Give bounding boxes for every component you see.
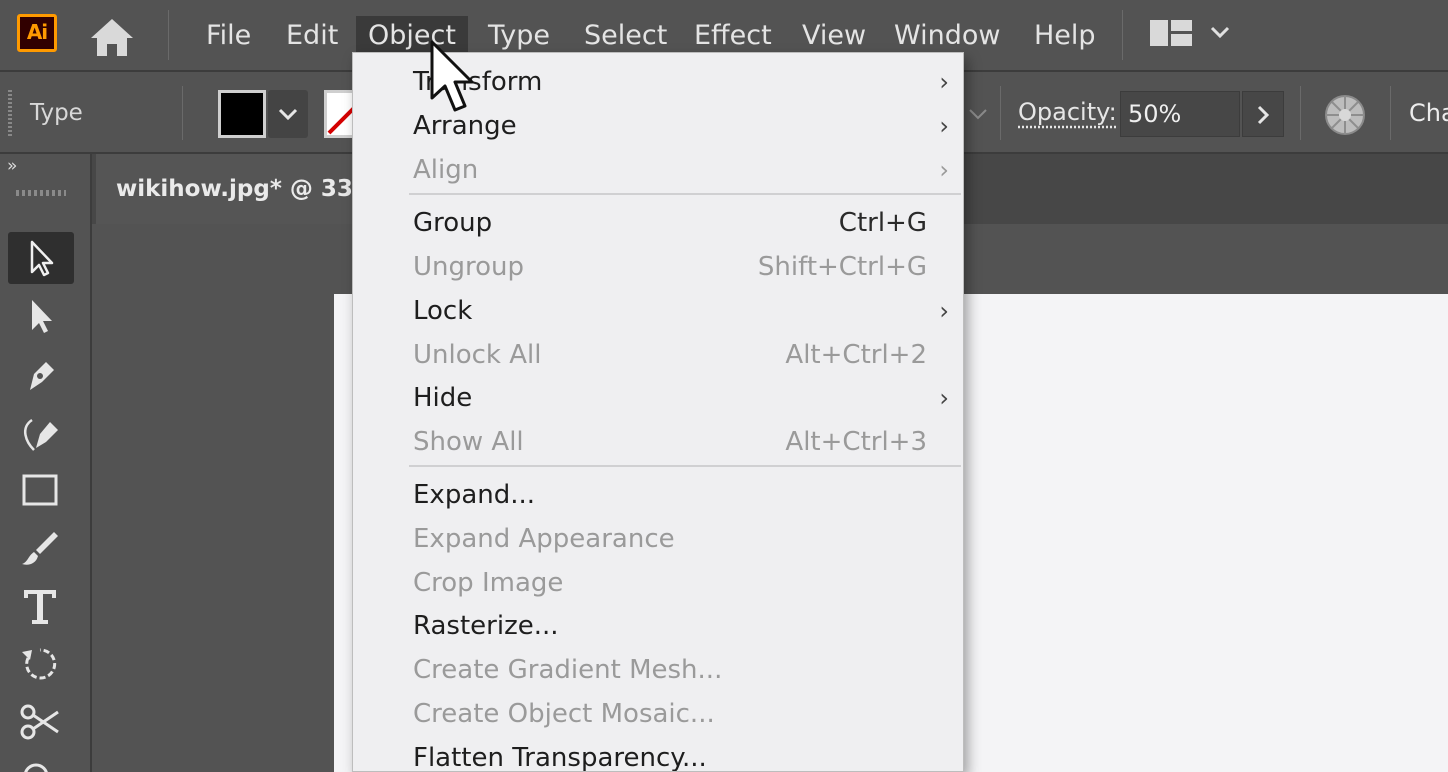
menu-item-create-gradient-mesh[interactable]: Create Gradient Mesh... xyxy=(353,648,963,692)
type-icon xyxy=(24,590,56,624)
rotate-tool[interactable] xyxy=(8,638,74,690)
workspace-layout-icon[interactable] xyxy=(1148,18,1194,48)
menu-item-label: Group xyxy=(413,208,493,238)
pen-icon xyxy=(30,362,54,390)
menu-item-lock[interactable]: Lock › xyxy=(353,289,963,333)
direct-selection-icon xyxy=(32,300,52,333)
menu-item-group[interactable]: Group Ctrl+G xyxy=(353,201,963,245)
selection-arrow-icon xyxy=(30,240,54,277)
rotate-icon xyxy=(22,648,57,680)
rectangle-tool[interactable] xyxy=(8,464,74,516)
menu-item-label: Create Gradient Mesh... xyxy=(413,655,723,685)
fill-color-swatch[interactable] xyxy=(218,90,266,138)
curvature-pen-icon xyxy=(24,418,58,451)
control-divider xyxy=(182,86,183,140)
opacity-input[interactable]: 50% xyxy=(1120,91,1240,137)
paintbrush-icon xyxy=(22,532,58,565)
paintbrush-tool[interactable] xyxy=(8,522,74,574)
chevron-down-icon[interactable] xyxy=(1208,22,1232,42)
mouse-pointer-icon xyxy=(430,40,474,112)
menu-item-label: Align xyxy=(413,155,479,185)
menu-item-label: Show All xyxy=(413,427,524,457)
menu-item-expand-appearance[interactable]: Expand Appearance xyxy=(353,517,963,561)
chevron-right-icon xyxy=(1257,105,1270,125)
recolor-artwork-icon[interactable] xyxy=(1324,94,1366,136)
menu-item-shortcut: Ctrl+G xyxy=(838,208,927,238)
chevron-right-icon: › xyxy=(939,384,949,412)
chevron-down-icon xyxy=(278,108,298,121)
menu-separator xyxy=(409,193,961,195)
selection-type-label: Type xyxy=(30,100,83,126)
menubar-divider xyxy=(168,10,169,60)
zoom-tool[interactable] xyxy=(8,754,74,772)
document-tab[interactable]: wikihow.jpg* @ 33. xyxy=(96,154,366,224)
menu-file[interactable]: File xyxy=(194,16,263,56)
panel-grip[interactable] xyxy=(8,90,12,138)
menu-edit[interactable]: Edit xyxy=(274,16,350,56)
menu-item-unlock-all[interactable]: Unlock All Alt+Ctrl+2 xyxy=(353,333,963,377)
object-menu-dropdown: Transform › Arrange › Align › Group Ctrl… xyxy=(352,52,964,772)
fill-dropdown[interactable] xyxy=(268,90,308,138)
rectangle-icon xyxy=(22,474,58,506)
menu-item-hide[interactable]: Hide › xyxy=(353,376,963,420)
menu-item-label: Lock xyxy=(413,296,473,326)
menu-item-ungroup[interactable]: Ungroup Shift+Ctrl+G xyxy=(353,245,963,289)
chevron-right-icon: › xyxy=(939,297,949,325)
tools-panel: » xyxy=(0,154,92,772)
menu-item-label: Create Object Mosaic... xyxy=(413,699,715,729)
panel-grip[interactable] xyxy=(16,190,66,196)
menu-item-flatten-transparency[interactable]: Flatten Transparency... xyxy=(353,736,963,772)
home-icon[interactable] xyxy=(88,16,136,58)
menu-item-create-object-mosaic[interactable]: Create Object Mosaic... xyxy=(353,692,963,736)
menu-effect[interactable]: Effect xyxy=(682,16,784,56)
menu-item-shortcut: Shift+Ctrl+G xyxy=(757,252,927,282)
menu-item-label: Flatten Transparency... xyxy=(413,743,707,772)
control-divider xyxy=(1300,86,1301,140)
chevron-right-icon: › xyxy=(939,156,949,184)
menubar-divider xyxy=(1122,10,1123,60)
selection-tool[interactable] xyxy=(8,232,74,284)
menu-item-show-all[interactable]: Show All Alt+Ctrl+3 xyxy=(353,420,963,464)
menu-window[interactable]: Window xyxy=(882,16,1012,56)
control-divider xyxy=(1390,86,1391,140)
character-panel-link[interactable]: Cha xyxy=(1409,99,1448,127)
opacity-label[interactable]: Opacity: xyxy=(1018,98,1117,126)
opacity-flyout-button[interactable] xyxy=(1242,91,1284,137)
menu-item-label: Rasterize... xyxy=(413,611,559,641)
chevron-right-icon: › xyxy=(939,112,949,140)
direct-selection-tool[interactable] xyxy=(8,290,74,342)
menu-item-label: Unlock All xyxy=(413,340,542,370)
menu-type[interactable]: Type xyxy=(476,16,562,56)
menu-item-label: Expand... xyxy=(413,480,536,510)
menu-help[interactable]: Help xyxy=(1022,16,1108,56)
scissors-icon xyxy=(20,704,59,740)
menu-separator xyxy=(409,465,961,467)
zoom-icon xyxy=(24,763,48,772)
expand-panel-icon[interactable]: » xyxy=(7,156,18,176)
menu-item-align[interactable]: Align › xyxy=(353,148,963,192)
menu-item-crop-image[interactable]: Crop Image xyxy=(353,561,963,605)
chevron-right-icon: › xyxy=(939,68,949,96)
menu-item-expand[interactable]: Expand... xyxy=(353,473,963,517)
menu-item-rasterize[interactable]: Rasterize... xyxy=(353,604,963,648)
app-logo: Ai xyxy=(17,14,57,52)
menu-item-label: Expand Appearance xyxy=(413,524,675,554)
type-tool[interactable] xyxy=(8,580,74,632)
menu-view[interactable]: View xyxy=(790,16,878,56)
control-divider xyxy=(1000,86,1001,140)
menu-item-shortcut: Alt+Ctrl+3 xyxy=(785,427,927,457)
menu-select[interactable]: Select xyxy=(572,16,679,56)
scissors-tool[interactable] xyxy=(8,696,74,748)
menu-item-label: Ungroup xyxy=(413,252,525,282)
chevron-down-icon[interactable] xyxy=(962,98,994,130)
pen-tool[interactable] xyxy=(8,348,74,400)
menu-item-label: Crop Image xyxy=(413,568,564,598)
curvature-tool[interactable] xyxy=(8,406,74,458)
menu-item-label: Hide xyxy=(413,383,473,413)
menu-item-shortcut: Alt+Ctrl+2 xyxy=(785,340,927,370)
